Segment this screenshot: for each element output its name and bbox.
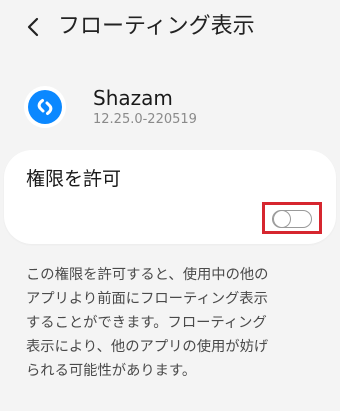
description-line: られる可能性があります。	[26, 363, 197, 379]
permission-card[interactable]: 権限を許可	[4, 150, 336, 244]
toggle-knob[interactable]	[273, 209, 291, 228]
shazam-logo-icon	[24, 86, 66, 128]
toggle-highlight-box	[262, 202, 322, 234]
page-title: フローティング表示	[58, 14, 255, 39]
app-version: 12.25.0-220519	[93, 112, 197, 127]
app-bar: フローティング表示	[0, 0, 340, 56]
permission-description: この権限を許可すると、使用中の他の アプリより前面にフローティング表示 すること…	[26, 263, 326, 383]
description-line: することができます。フローティング	[26, 315, 267, 331]
allow-permission-toggle[interactable]	[272, 209, 312, 228]
description-line: アプリより前面にフローティング表示	[26, 291, 268, 307]
description-line: この権限を許可すると、使用中の他の	[26, 267, 269, 283]
app-info-row: Shazam 12.25.0-220519	[0, 78, 340, 138]
back-button[interactable]	[18, 10, 48, 44]
description-line: 表示により、他のアプリの使用が妨げ	[26, 339, 269, 355]
app-name: Shazam	[93, 86, 173, 110]
permission-label: 権限を許可	[26, 168, 122, 190]
chevron-left-icon	[27, 17, 39, 37]
